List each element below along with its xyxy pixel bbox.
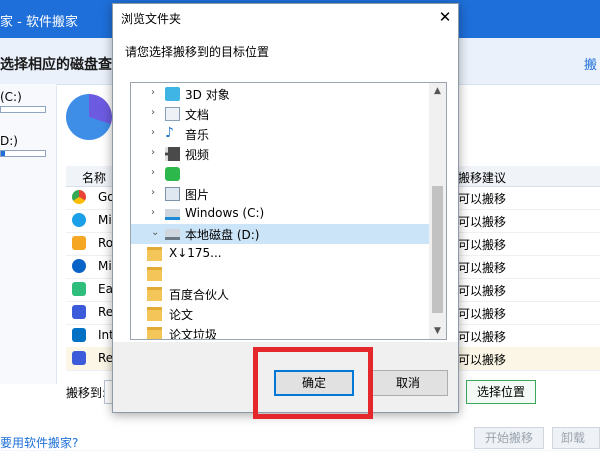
app-name: Ea bbox=[98, 282, 113, 296]
move-suggestion: 可以搬移 bbox=[458, 261, 507, 275]
tree-item-label: 论文垃圾 bbox=[169, 328, 218, 340]
ok-button[interactable]: 确定 bbox=[274, 370, 354, 396]
chevron-right-icon[interactable]: › bbox=[151, 107, 155, 118]
tree-item-folder[interactable] bbox=[131, 264, 431, 284]
windows-drive-icon bbox=[165, 209, 180, 220]
vertical-scrollbar[interactable]: ▲ ▼ bbox=[429, 83, 446, 339]
move-suggestion: 可以搬移 bbox=[458, 353, 507, 367]
browse-folder-dialog: 浏览文件夹 ✕ 请您选择搬移到的目标位置 › 3D 对象 › 文档 › ♪ 音乐… bbox=[112, 3, 459, 413]
move-suggestion: 可以搬移 bbox=[458, 192, 507, 206]
header-link[interactable]: 搬 bbox=[584, 54, 597, 73]
local-disk-icon bbox=[165, 229, 180, 240]
move-suggestion: 可以搬移 bbox=[458, 307, 507, 321]
help-link[interactable]: 要用软件搬家? bbox=[0, 434, 78, 451]
chrome-icon bbox=[72, 190, 86, 204]
folder-icon bbox=[147, 307, 162, 321]
tree-item-label: 3D 对象 bbox=[185, 88, 230, 102]
chevron-right-icon[interactable]: › bbox=[151, 127, 155, 138]
folder-icon bbox=[147, 327, 162, 339]
chevron-right-icon[interactable]: › bbox=[151, 187, 155, 198]
tree-item-videos[interactable]: › 视频 bbox=[131, 144, 431, 164]
folder-icon bbox=[147, 267, 162, 281]
drive-list: (C:) D:) bbox=[0, 84, 57, 384]
tree-item-label: 音乐 bbox=[185, 128, 210, 142]
tree-item-baidu-partner[interactable]: 百度合伙人 bbox=[131, 284, 431, 304]
tree-item-green-app[interactable]: › bbox=[131, 164, 431, 184]
documents-icon bbox=[165, 107, 180, 121]
move-to-label: 搬移到: bbox=[66, 386, 107, 400]
app-title: 家 - 软件搬家 bbox=[0, 15, 78, 30]
tree-item-thesis[interactable]: 论文 bbox=[131, 304, 431, 324]
scrollbar-thumb[interactable] bbox=[432, 186, 443, 313]
videos-icon bbox=[165, 147, 180, 161]
app-icon bbox=[72, 351, 86, 365]
pictures-icon bbox=[165, 187, 180, 201]
chevron-right-icon[interactable]: › bbox=[151, 167, 155, 178]
scroll-down-icon[interactable]: ▼ bbox=[429, 323, 446, 339]
tree-item-pictures[interactable]: › 图片 bbox=[131, 184, 431, 204]
column-suggestion-header[interactable]: 搬移建议 bbox=[458, 169, 506, 186]
dialog-instruction: 请您选择搬移到的目标位置 bbox=[125, 45, 270, 59]
disk-usage-pie bbox=[66, 94, 112, 140]
column-name-header[interactable]: 名称 bbox=[82, 169, 106, 186]
tree-item-label: 图片 bbox=[185, 188, 210, 202]
tree-item-3d-objects[interactable]: › 3D 对象 bbox=[131, 84, 431, 104]
drive-d-label[interactable]: D:) bbox=[0, 134, 18, 148]
app-name: Ro bbox=[98, 236, 114, 250]
app-icon bbox=[72, 305, 86, 319]
drive-c-usage-bar bbox=[0, 106, 46, 113]
roblox-icon bbox=[72, 236, 86, 250]
easeus-icon bbox=[72, 282, 86, 296]
move-suggestion: 可以搬移 bbox=[458, 215, 507, 229]
close-icon[interactable]: ✕ bbox=[433, 5, 457, 29]
cancel-button[interactable]: 取消 bbox=[368, 370, 448, 396]
tree-item-label: Windows (C:) bbox=[185, 206, 265, 220]
move-suggestion: 可以搬移 bbox=[458, 330, 507, 344]
app-name: Re bbox=[98, 305, 114, 319]
tree-item-local-disk-d[interactable]: ⌄ 本地磁盘 (D:) bbox=[131, 224, 431, 244]
chevron-down-icon[interactable]: ⌄ bbox=[151, 227, 159, 238]
tree-item-documents[interactable]: › 文档 bbox=[131, 104, 431, 124]
green-app-icon bbox=[165, 167, 180, 181]
3d-objects-icon bbox=[165, 87, 180, 101]
edge-icon bbox=[72, 213, 86, 227]
tree-item-windows-c[interactable]: › Windows (C:) bbox=[131, 204, 431, 224]
intel-icon bbox=[72, 328, 86, 342]
tree-item-label: 论文 bbox=[169, 308, 194, 322]
chevron-right-icon[interactable]: › bbox=[151, 207, 155, 218]
drive-d-usage-bar bbox=[0, 150, 46, 157]
scroll-up-icon[interactable]: ▲ bbox=[429, 83, 446, 99]
tree-item-label: 视频 bbox=[185, 148, 210, 162]
tree-item-label: 百度合伙人 bbox=[169, 288, 230, 302]
app-name: Re bbox=[98, 351, 114, 365]
music-icon: ♪ bbox=[165, 125, 174, 141]
move-suggestion: 可以搬移 bbox=[458, 284, 507, 298]
dialog-footer: 确定 取消 bbox=[113, 342, 458, 412]
folder-tree: › 3D 对象 › 文档 › ♪ 音乐 › 视频 › › 图片 › Window… bbox=[130, 82, 447, 340]
chevron-right-icon[interactable]: › bbox=[151, 147, 155, 158]
dialog-title: 浏览文件夹 bbox=[121, 12, 182, 26]
start-move-button[interactable]: 开始搬移 bbox=[474, 427, 544, 449]
app-name: Mi bbox=[98, 259, 112, 273]
tree-item-music[interactable]: › ♪ 音乐 bbox=[131, 124, 431, 144]
disk-select-prompt: 选择相应的磁盘查看 bbox=[0, 57, 126, 73]
tree-item-label: 文档 bbox=[185, 108, 210, 122]
tree-item-label: 本地磁盘 (D:) bbox=[185, 228, 260, 242]
folder-icon bbox=[147, 247, 162, 261]
app-name: Mi bbox=[98, 213, 112, 227]
drive-c-label[interactable]: (C:) bbox=[0, 90, 22, 104]
choose-location-button[interactable]: 选择位置 bbox=[466, 380, 536, 404]
tree-item-folder[interactable]: X↓175... bbox=[131, 244, 431, 264]
move-suggestion: 可以搬移 bbox=[458, 238, 507, 252]
tree-item-thesis-trash[interactable]: 论文垃圾 bbox=[131, 324, 431, 340]
onedrive-icon bbox=[72, 259, 86, 273]
folder-icon bbox=[147, 287, 162, 301]
uninstall-button[interactable]: 卸载 bbox=[552, 427, 600, 449]
tree-item-label: X↓175... bbox=[169, 246, 222, 260]
chevron-right-icon[interactable]: › bbox=[151, 87, 155, 98]
